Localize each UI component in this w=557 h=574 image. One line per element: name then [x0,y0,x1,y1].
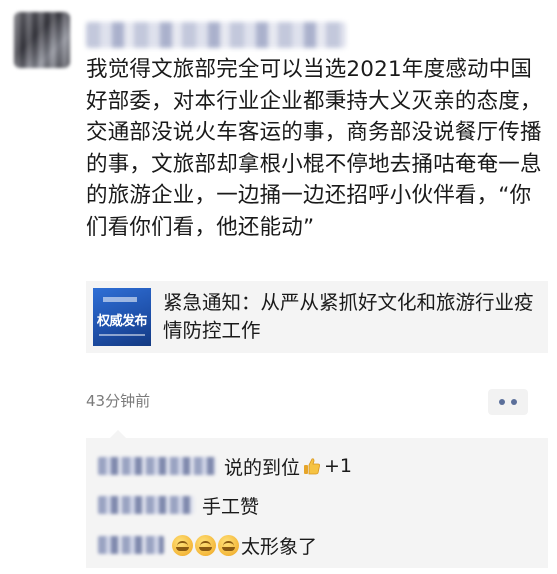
shared-link-card[interactable]: 权威发布 紧急通知：从严从紧抓好文化和旅游行业疫情防控工作 [86,281,548,353]
thumbnail-header-bar [103,297,137,302]
dot-icon [499,399,505,405]
commenter-name-blurred[interactable] [98,496,194,514]
comment-suffix: +1 [324,455,353,477]
thumbnail-label: 权威发布 [96,314,148,329]
user-avatar[interactable] [14,12,70,68]
comment-item[interactable]: 说的到位 +1 [98,452,352,480]
laughing-emoji-icon [218,534,239,556]
comment-text: 手工赞 [202,495,260,518]
comment-item[interactable]: 太形象了 [98,531,317,559]
more-options-button[interactable] [488,389,528,415]
comment-text: 说的到位 [224,456,301,479]
link-thumbnail: 权威发布 [93,288,151,346]
commenter-name-blurred[interactable] [98,457,216,475]
comment-text: 太形象了 [241,535,318,558]
post-text: 我觉得文旅部完全可以当选2021年度感动中国好部委，对本行业企业都秉持大义灭亲的… [86,57,542,240]
thumbnail-underline [99,334,145,336]
laughing-emoji-icon [195,534,216,556]
link-title: 紧急通知：从严从紧抓好文化和旅游行业疫情防控工作 [163,291,534,342]
comments-section: 说的到位 +1 手工赞 太形象了 [86,430,548,568]
comment-item[interactable]: 手工赞 [98,491,259,519]
thumbs-up-icon [304,458,321,475]
dot-icon [511,399,517,405]
post-timestamp: 43分钟前 [86,392,151,410]
user-nickname-blurred[interactable] [86,22,346,48]
laughing-emoji-icon [172,534,193,556]
commenter-name-blurred[interactable] [98,536,164,554]
